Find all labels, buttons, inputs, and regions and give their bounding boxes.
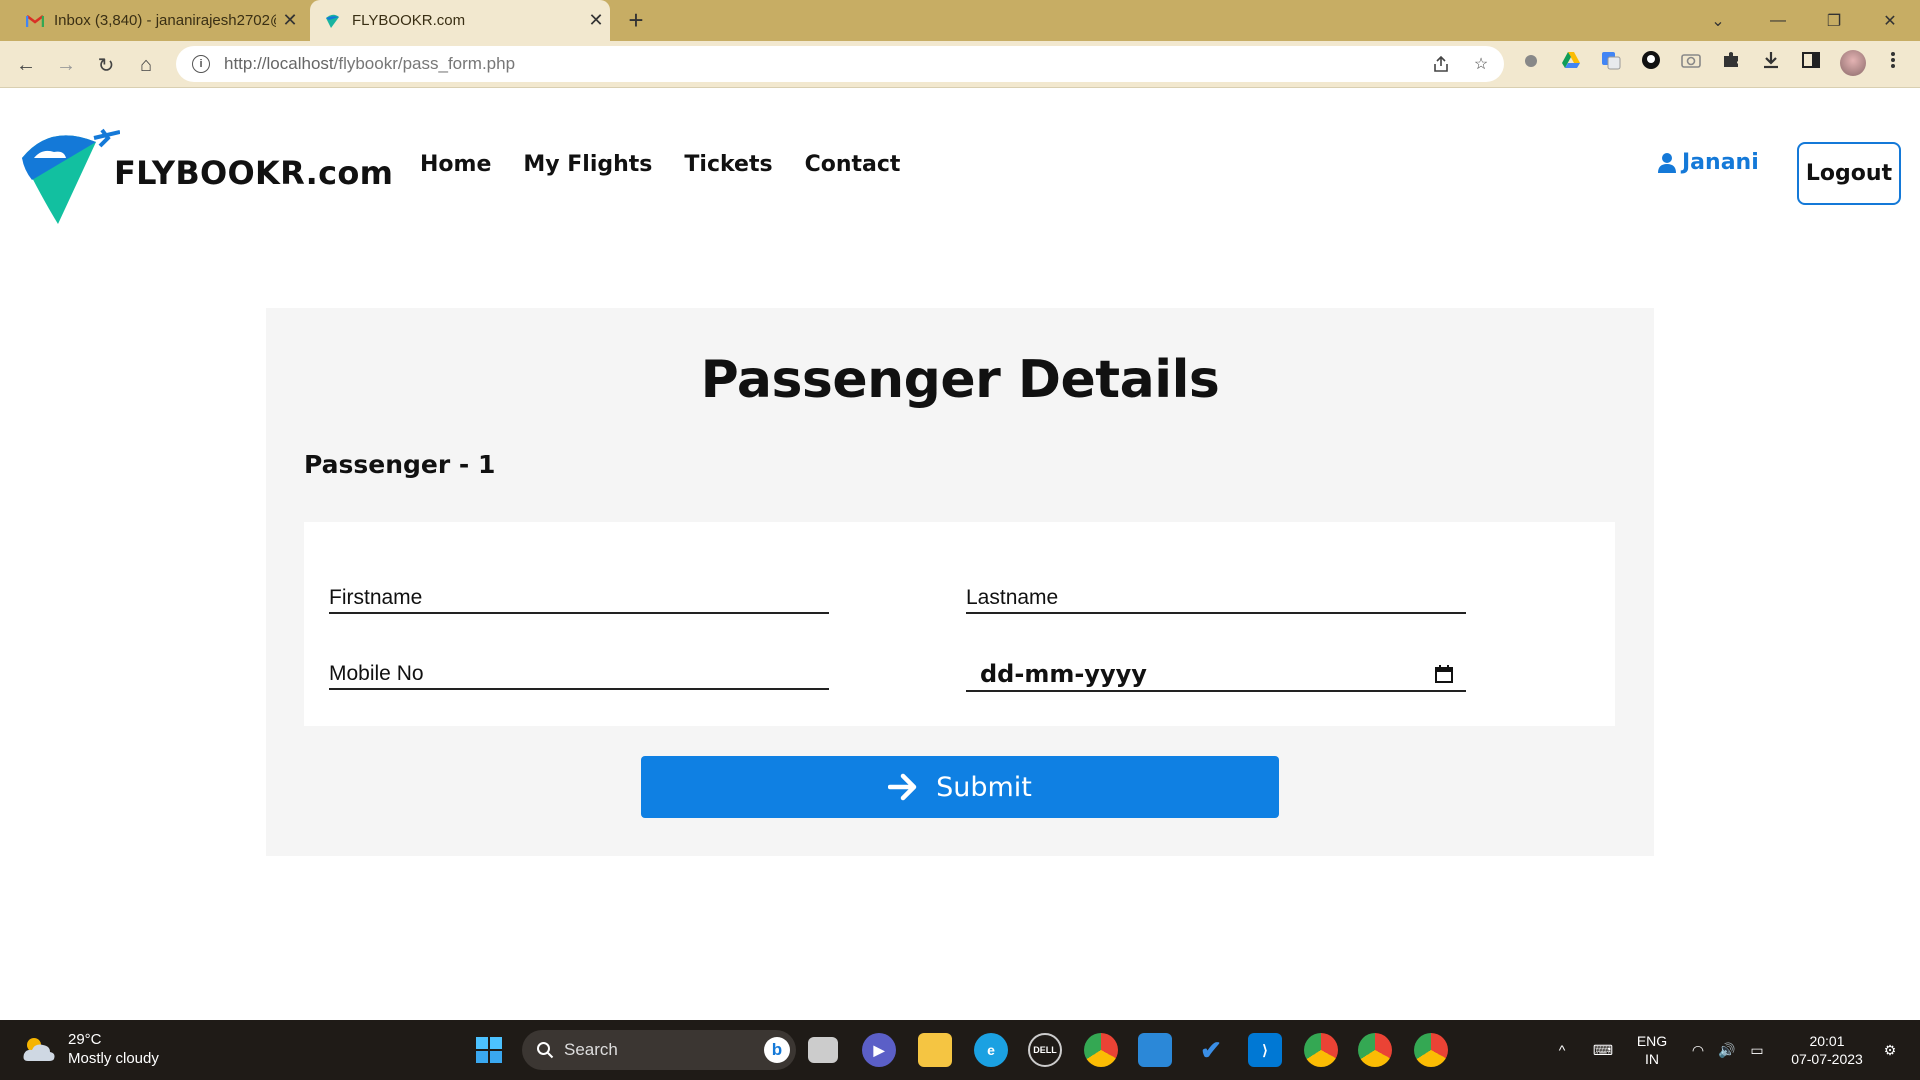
chrome-profile-2-icon[interactable] bbox=[1358, 1033, 1392, 1067]
weather-temperature: 29°C bbox=[68, 1031, 102, 1048]
wifi-icon[interactable]: ◠ bbox=[1686, 1020, 1710, 1080]
windows-taskbar: 29°C Mostly cloudy Search b ▶ e DELL ✔ ⟩… bbox=[0, 1020, 1920, 1080]
browser-menu-icon[interactable] bbox=[1880, 47, 1906, 73]
new-tab-button[interactable]: + bbox=[622, 6, 650, 34]
volume-icon[interactable]: 🔊 bbox=[1714, 1020, 1740, 1080]
lang-line2: IN bbox=[1645, 1051, 1659, 1067]
task-view-icon[interactable] bbox=[808, 1037, 838, 1063]
cloud-weather-icon bbox=[23, 1038, 55, 1061]
search-label: Search bbox=[564, 1040, 618, 1059]
plane-favicon-icon bbox=[324, 12, 342, 30]
logout-button[interactable]: Logout bbox=[1797, 142, 1901, 205]
firstname-placeholder: Firstname bbox=[329, 586, 423, 609]
minimize-button[interactable]: — bbox=[1750, 0, 1806, 41]
lastname-placeholder: Lastname bbox=[966, 586, 1059, 609]
nav-contact[interactable]: Contact bbox=[805, 152, 901, 177]
nav-home[interactable]: Home bbox=[420, 152, 491, 177]
site-logo[interactable]: FLYBOOKR.com bbox=[20, 128, 393, 228]
date-field[interactable]: dd-mm-yyyy bbox=[966, 650, 1466, 692]
github-icon[interactable] bbox=[1638, 47, 1664, 73]
main-nav: Home My Flights Tickets Contact bbox=[420, 152, 932, 177]
user-icon bbox=[1658, 152, 1676, 173]
extensions-puzzle-icon[interactable] bbox=[1718, 47, 1744, 73]
taskbar-search[interactable]: Search b bbox=[522, 1030, 796, 1070]
notifications-icon[interactable]: ⚙ bbox=[1878, 1020, 1902, 1080]
submit-button[interactable]: Submit bbox=[641, 756, 1279, 818]
user-profile-link[interactable]: Janani bbox=[1658, 150, 1759, 175]
side-panel-icon[interactable] bbox=[1798, 47, 1824, 73]
nav-my-flights[interactable]: My Flights bbox=[523, 152, 652, 177]
tab-search-icon[interactable]: ⌄ bbox=[1690, 0, 1746, 41]
search-icon bbox=[537, 1042, 554, 1059]
file-explorer-icon[interactable] bbox=[918, 1033, 952, 1067]
chrome-icon[interactable] bbox=[1084, 1033, 1118, 1067]
plane-logo-icon bbox=[22, 128, 120, 224]
passenger-form-card: Passenger Details Passenger - 1 Firstnam… bbox=[266, 308, 1654, 856]
restore-button[interactable]: ❐ bbox=[1806, 0, 1862, 41]
user-name: Janani bbox=[1682, 150, 1759, 175]
forward-icon[interactable]: → bbox=[50, 49, 82, 81]
submit-label: Submit bbox=[936, 771, 1032, 803]
downloads-icon[interactable] bbox=[1758, 47, 1784, 73]
chrome-profile-1-icon[interactable] bbox=[1304, 1033, 1338, 1067]
clock-time: 20:01 bbox=[1809, 1033, 1845, 1049]
reload-icon[interactable]: ↻ bbox=[90, 49, 122, 81]
date-placeholder: dd-mm-yyyy bbox=[980, 660, 1147, 688]
camera-icon[interactable] bbox=[1678, 47, 1704, 73]
weather-condition: Mostly cloudy bbox=[68, 1050, 159, 1067]
browser-tab-bar: Inbox (3,840) - jananirajesh2702@ ✕ FLYB… bbox=[0, 0, 1920, 41]
language-indicator[interactable]: ENG IN bbox=[1632, 1020, 1672, 1080]
logo-text: FLYBOOKR.com bbox=[114, 154, 394, 192]
lastname-field[interactable]: Lastname bbox=[966, 580, 1466, 614]
weather-widget[interactable]: 29°C Mostly cloudy bbox=[22, 1030, 159, 1068]
back-icon[interactable]: ← bbox=[10, 49, 42, 81]
url-text: http://localhost/flybookr/pass_form.php bbox=[224, 54, 516, 73]
profile-avatar[interactable] bbox=[1840, 50, 1866, 76]
share-icon[interactable] bbox=[1426, 49, 1456, 79]
close-tab-icon[interactable]: ✕ bbox=[276, 10, 304, 31]
close-window-button[interactable]: ✕ bbox=[1862, 0, 1918, 41]
arrow-right-icon bbox=[888, 773, 917, 801]
battery-icon[interactable]: ▭ bbox=[1744, 1020, 1770, 1080]
firstname-field[interactable]: Firstname bbox=[329, 580, 829, 614]
calendar-icon[interactable] bbox=[1434, 664, 1454, 684]
show-hidden-icons-icon[interactable]: ^ bbox=[1550, 1020, 1574, 1080]
tab-flybookr[interactable]: FLYBOOKR.com ✕ bbox=[310, 0, 610, 41]
close-tab-icon[interactable]: ✕ bbox=[582, 10, 610, 31]
keyboard-icon[interactable]: ⌨ bbox=[1588, 1020, 1618, 1080]
todo-check-icon[interactable]: ✔ bbox=[1194, 1033, 1228, 1067]
chrome-profile-3-icon[interactable] bbox=[1414, 1033, 1448, 1067]
dell-icon[interactable]: DELL bbox=[1028, 1033, 1062, 1067]
address-bar[interactable]: i http://localhost/flybookr/pass_form.ph… bbox=[176, 46, 1504, 82]
passenger-fields: Firstname Lastname Mobile No dd-mm-yyyy bbox=[304, 522, 1615, 726]
passenger-heading: Passenger - 1 bbox=[304, 450, 496, 479]
lang-line1: ENG bbox=[1636, 1033, 1668, 1049]
gmail-icon bbox=[26, 12, 44, 30]
bookmark-star-icon[interactable]: ☆ bbox=[1466, 49, 1496, 79]
nav-tickets[interactable]: Tickets bbox=[684, 152, 772, 177]
mobile-placeholder: Mobile No bbox=[329, 662, 424, 685]
tab-gmail[interactable]: Inbox (3,840) - jananirajesh2702@ ✕ bbox=[14, 0, 304, 41]
tab-label: Inbox (3,840) - jananirajesh2702@ bbox=[54, 12, 276, 29]
google-drive-icon[interactable] bbox=[1558, 47, 1584, 73]
mobile-field[interactable]: Mobile No bbox=[329, 656, 829, 690]
windows-start-icon[interactable] bbox=[472, 1033, 506, 1067]
vscode-icon[interactable]: ⟩ bbox=[1248, 1033, 1282, 1067]
tab-label: FLYBOOKR.com bbox=[352, 12, 466, 29]
teams-chat-icon[interactable]: ▶ bbox=[862, 1033, 896, 1067]
browser-toolbar: ← → ↻ ⌂ i http://localhost/flybookr/pass… bbox=[0, 41, 1920, 88]
edge-browser-icon[interactable]: e bbox=[974, 1033, 1008, 1067]
clock-date: 07-07-2023 bbox=[1791, 1051, 1863, 1067]
site-info-icon[interactable]: i bbox=[192, 55, 210, 73]
remote-desktop-icon[interactable] bbox=[1138, 1033, 1172, 1067]
page-title: Passenger Details bbox=[700, 350, 1220, 410]
home-icon[interactable]: ⌂ bbox=[130, 49, 162, 81]
clock[interactable]: 20:01 07-07-2023 bbox=[1782, 1020, 1872, 1080]
extension-bug-icon[interactable] bbox=[1518, 47, 1544, 73]
google-translate-icon[interactable] bbox=[1598, 47, 1624, 73]
bing-icon: b bbox=[764, 1037, 790, 1063]
